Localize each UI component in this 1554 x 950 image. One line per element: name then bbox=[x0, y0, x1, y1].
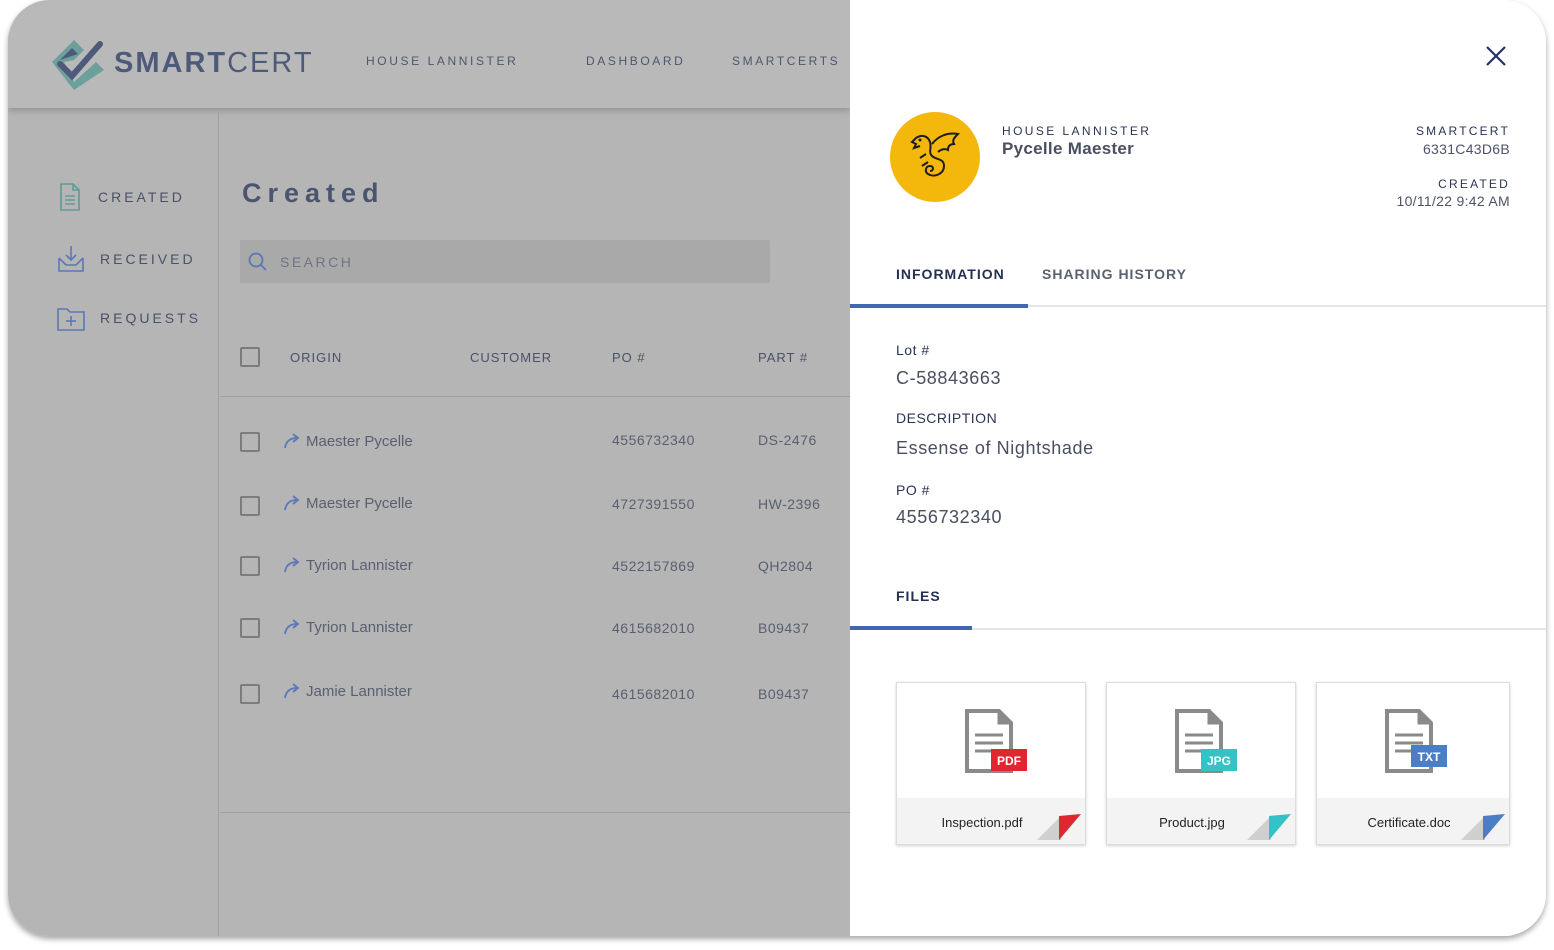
sidebar-item-label: RECEIVED bbox=[100, 251, 196, 267]
table-cell-part: DS-2476 bbox=[758, 432, 817, 448]
sidebar-item-requests[interactable]: REQUESTS bbox=[56, 304, 201, 332]
table-cell-po: 4615682010 bbox=[612, 686, 695, 702]
row-checkbox[interactable] bbox=[240, 496, 260, 516]
detail-panel: HOUSE LANNISTER Pycelle Maester SMARTCER… bbox=[850, 0, 1546, 936]
top-nav-bar: SMARTCERT HOUSE LANNISTER DASHBOARD SMAR… bbox=[8, 0, 850, 108]
inbox-download-icon bbox=[58, 246, 84, 272]
row-checkbox[interactable] bbox=[240, 556, 260, 576]
txt-file-icon: TXT bbox=[1385, 709, 1447, 773]
table-row-origin[interactable]: Tyrion Lannister bbox=[282, 556, 413, 574]
table-cell-part: B09437 bbox=[758, 620, 810, 636]
table-header-divider bbox=[220, 396, 850, 397]
description-label: DESCRIPTION bbox=[896, 410, 998, 426]
table-cell-po: 4727391550 bbox=[612, 496, 695, 512]
share-arrow-icon bbox=[284, 557, 300, 573]
close-icon[interactable] bbox=[1484, 44, 1508, 68]
dragon-icon bbox=[910, 132, 961, 177]
logo-check-icon bbox=[52, 40, 104, 90]
column-header-customer[interactable]: CUSTOMER bbox=[470, 350, 552, 365]
nav-smartcerts[interactable]: SMARTCERTS bbox=[732, 54, 840, 68]
created-value: 10/11/22 9:42 AM bbox=[1396, 193, 1510, 209]
table-row-origin[interactable]: Jamie Lannister bbox=[282, 682, 412, 700]
row-checkbox[interactable] bbox=[240, 684, 260, 704]
table-cell-po: 4615682010 bbox=[612, 620, 695, 636]
folder-plus-icon bbox=[57, 308, 85, 331]
smartcert-logo[interactable]: SMARTCERT bbox=[48, 34, 314, 92]
sidebar: CREATED RECEIVED REQUESTS bbox=[8, 110, 219, 936]
table-row-origin[interactable]: Maester Pycelle bbox=[282, 494, 413, 512]
document-icon bbox=[60, 183, 80, 211]
table-cell-part: HW-2396 bbox=[758, 496, 821, 512]
share-arrow-icon bbox=[284, 619, 300, 635]
person-name: Pycelle Maester bbox=[1002, 139, 1135, 158]
nav-dashboard[interactable]: DASHBOARD bbox=[586, 54, 685, 68]
table-cell-po: 4522157869 bbox=[612, 558, 695, 574]
smartcert-id: 6331C43D6B bbox=[1422, 141, 1510, 157]
page-curl-icon bbox=[1461, 814, 1505, 840]
created-label: CREATED bbox=[1438, 177, 1510, 191]
sidebar-item-created[interactable]: CREATED bbox=[56, 182, 185, 212]
table-cell-part: QH2804 bbox=[758, 558, 814, 574]
page-title: Created bbox=[242, 178, 385, 208]
logo-text: SMARTCERT bbox=[114, 46, 314, 79]
select-all-checkbox[interactable] bbox=[240, 347, 260, 367]
file-card-product[interactable]: JPG Product.jpg bbox=[1106, 682, 1296, 845]
nav-house-lannister[interactable]: HOUSE LANNISTER bbox=[366, 54, 518, 68]
svg-text:TXT: TXT bbox=[1418, 750, 1441, 764]
search-icon bbox=[248, 252, 267, 271]
svg-text:PDF: PDF bbox=[997, 754, 1021, 768]
column-header-origin[interactable]: ORIGIN bbox=[290, 350, 342, 365]
sidebar-item-label: CREATED bbox=[98, 189, 185, 205]
po-label: PO # bbox=[896, 482, 930, 498]
sidebar-item-received[interactable]: RECEIVED bbox=[56, 244, 196, 274]
lot-value: C-58843663 bbox=[896, 368, 1002, 388]
pdf-file-icon: PDF bbox=[965, 709, 1027, 773]
files-heading[interactable]: FILES bbox=[896, 588, 941, 604]
table-cell-po: 4556732340 bbox=[612, 432, 695, 448]
file-card-inspection[interactable]: PDF Inspection.pdf bbox=[896, 682, 1086, 845]
tab-sharing-history[interactable]: SHARING HISTORY bbox=[1042, 266, 1187, 282]
file-card-certificate[interactable]: TXT Certificate.doc bbox=[1316, 682, 1510, 845]
search-placeholder: SEARCH bbox=[280, 253, 354, 270]
jpg-file-icon: JPG bbox=[1175, 709, 1237, 773]
svg-text:JPG: JPG bbox=[1207, 754, 1231, 768]
column-header-part[interactable]: PART # bbox=[758, 350, 808, 365]
avatar bbox=[890, 112, 980, 202]
sidebar-item-label: REQUESTS bbox=[100, 310, 202, 326]
share-arrow-icon bbox=[284, 433, 300, 449]
files-active-indicator bbox=[850, 626, 972, 630]
table-cell-part: B09437 bbox=[758, 686, 810, 702]
description-value: Essense of Nightshade bbox=[896, 438, 1094, 458]
table-row-origin[interactable]: Tyrion Lannister bbox=[282, 618, 413, 636]
background-app: SMARTCERT HOUSE LANNISTER DASHBOARD SMAR… bbox=[8, 0, 850, 936]
page-curl-icon bbox=[1037, 814, 1081, 840]
row-checkbox[interactable] bbox=[240, 618, 260, 638]
table-row-origin[interactable]: Maester Pycelle bbox=[282, 432, 413, 450]
search-input[interactable]: SEARCH bbox=[240, 240, 770, 283]
app-window: SMARTCERT HOUSE LANNISTER DASHBOARD SMAR… bbox=[8, 0, 1546, 936]
organization-name: HOUSE LANNISTER bbox=[1002, 124, 1152, 138]
smartcert-label: SMARTCERT bbox=[1415, 124, 1510, 138]
po-value: 4556732340 bbox=[896, 507, 1003, 527]
page-curl-icon bbox=[1247, 814, 1291, 840]
share-arrow-icon bbox=[284, 683, 300, 699]
lot-label: Lot # bbox=[896, 342, 930, 358]
row-checkbox[interactable] bbox=[240, 432, 260, 452]
tab-active-indicator bbox=[850, 304, 1028, 308]
column-header-po[interactable]: PO # bbox=[612, 350, 646, 365]
tab-information[interactable]: INFORMATION bbox=[896, 266, 1005, 282]
share-arrow-icon bbox=[284, 495, 300, 511]
table-footer-divider bbox=[220, 812, 850, 813]
